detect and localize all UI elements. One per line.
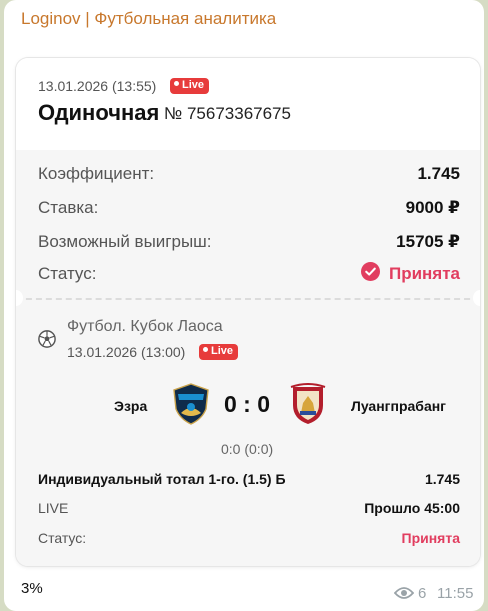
live-badge: Live xyxy=(170,78,210,94)
away-team-name: Луангпрабанг xyxy=(351,398,447,414)
event-live-badge: Live xyxy=(199,344,239,360)
message-bubble: Loginov | Футбольная аналитика 13.01.202… xyxy=(4,0,484,611)
ticket-header: 13.01.2026 (13:55) Live Одиночная № 7567… xyxy=(16,58,480,150)
odds-label: Коэффициент: xyxy=(38,164,155,183)
bet-type: Одиночная xyxy=(38,100,160,125)
channel-title[interactable]: Loginov | Футбольная аналитика xyxy=(21,9,276,29)
message-text: 3% xyxy=(21,580,43,597)
event-datetime: 13.01.2026 (13:00) xyxy=(67,344,186,360)
odds-value: 1.745 xyxy=(417,164,460,183)
event-status-label: Статус: xyxy=(38,530,87,546)
away-team-logo xyxy=(290,383,326,424)
market-odds: 1.745 xyxy=(424,471,460,487)
payout-value: 15705 ₽ xyxy=(396,232,460,251)
stake-value: 9000 ₽ xyxy=(405,198,460,217)
event-status-value: Принята xyxy=(401,530,461,546)
league-name: Футбол. Кубок Лаоса xyxy=(67,318,223,335)
stake-label: Ставка: xyxy=(38,198,99,217)
message-time: 11:55 xyxy=(437,585,474,602)
live-badge-label: Live xyxy=(182,79,205,91)
status-label: Статус: xyxy=(38,264,97,283)
eye-icon xyxy=(394,587,414,599)
football-icon xyxy=(38,330,56,348)
halftime-score: 0:0 (0:0) xyxy=(221,441,274,457)
elapsed-time: Прошло 45:00 xyxy=(364,500,460,516)
home-team-name: Эзра xyxy=(114,398,148,414)
view-count: 6 xyxy=(418,585,427,602)
status-value: Принята xyxy=(388,264,460,283)
ticket-divider xyxy=(16,298,480,300)
check-circle-icon xyxy=(361,262,380,281)
match-score: 0 : 0 xyxy=(224,391,271,417)
payout-label: Возможный выигрыш: xyxy=(38,232,212,251)
bet-ticket: 13.01.2026 (13:55) Live Одиночная № 7567… xyxy=(16,58,480,566)
event-live-badge-label: Live xyxy=(211,345,234,357)
live-label: LIVE xyxy=(38,500,69,516)
bet-number: № 75673367675 xyxy=(164,104,291,123)
ticket-datetime: 13.01.2026 (13:55) xyxy=(38,78,157,94)
home-team-logo xyxy=(173,383,209,425)
market-name: Индивидуальный тотал 1-го. (1.5) Б xyxy=(38,471,286,487)
ticket-notch-right xyxy=(473,290,480,306)
